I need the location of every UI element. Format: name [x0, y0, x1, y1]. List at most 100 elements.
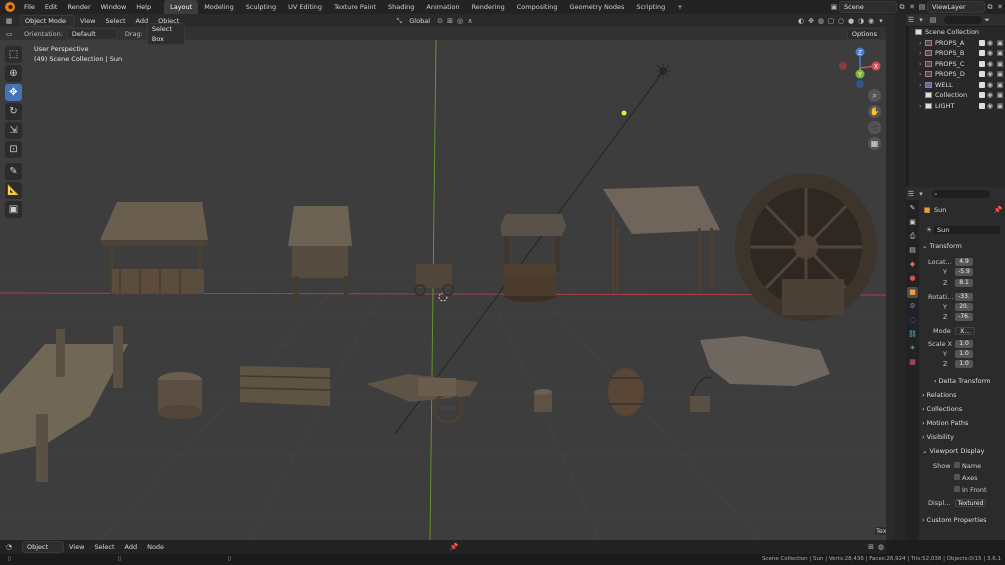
camera-icon[interactable]: ▣ — [995, 59, 1005, 69]
copy-scene-icon[interactable]: ⧉ — [897, 2, 907, 12]
3d-viewport[interactable]: ▦ Object Mode View Select Add Object ⤡ G… — [0, 14, 886, 540]
rotation-y-field[interactable]: 20. — [955, 303, 973, 311]
node-menu-node[interactable]: Node — [142, 540, 169, 554]
tab-animation[interactable]: Animation — [420, 0, 465, 14]
object-data-tab-icon[interactable]: ☀ — [907, 343, 918, 354]
node-editor-mode-selector[interactable]: Object — [22, 541, 64, 553]
scale-tool-button[interactable]: ⇲ — [5, 122, 22, 139]
outliner-item-well[interactable]: › WELL ◉ ▣ — [909, 80, 1005, 91]
outliner-filter-icon[interactable]: ▾ — [916, 15, 926, 25]
add-cube-tool-button[interactable]: ▣ — [5, 201, 22, 218]
orientation-selector[interactable]: Default — [66, 27, 117, 40]
viewport-menu-select[interactable]: Select — [100, 14, 130, 28]
zoom-icon[interactable]: ⌕ — [868, 89, 881, 102]
tab-texture-paint[interactable]: Texture Paint — [328, 0, 382, 14]
transform-orientation-selector[interactable]: Global — [404, 14, 435, 28]
collections-section[interactable]: › Collections — [922, 404, 1003, 415]
tool-tab-icon[interactable]: ✎ — [907, 203, 918, 214]
sun-lamp-icon[interactable] — [655, 63, 671, 79]
custom-properties-section[interactable]: › Custom Properties — [922, 515, 1003, 526]
cursor-tool-button[interactable]: ⊕ — [5, 65, 22, 82]
location-x-field[interactable]: 4.9 — [955, 258, 973, 266]
outliner-item-collection[interactable]: Collection ◉ ▣ — [909, 90, 1005, 101]
rotation-z-field[interactable]: -76. — [955, 313, 973, 321]
shading-options-icon[interactable]: ▾ — [876, 16, 886, 26]
menu-render[interactable]: Render — [62, 0, 95, 14]
eye-icon[interactable]: ◉ — [985, 90, 995, 100]
proportional-edit-icon[interactable]: ◎ — [455, 16, 465, 26]
snap-icon[interactable]: ⊞ — [445, 16, 455, 26]
eye-icon[interactable]: ◉ — [985, 38, 995, 48]
measure-tool-button[interactable]: 📐 — [5, 182, 22, 199]
eye-icon[interactable]: ◉ — [985, 48, 995, 58]
data-block-name[interactable]: Sun — [934, 225, 1000, 234]
modifiers-tab-icon[interactable]: ⚙ — [907, 301, 918, 312]
view-layer-selector[interactable]: ViewLayer — [927, 1, 985, 13]
show-axes-checkbox[interactable] — [954, 474, 960, 480]
eye-icon[interactable]: ◉ — [985, 80, 995, 90]
physics-tab-icon[interactable]: ◌ — [907, 315, 918, 326]
delta-transform-section[interactable]: › Delta Transform — [934, 376, 1000, 387]
light-data-icon[interactable]: ☀ — [924, 225, 934, 235]
bottom-editor-type-icon[interactable]: ◔ — [4, 542, 14, 552]
outliner-root[interactable]: Scene Collection — [909, 27, 1005, 38]
object-tab-icon[interactable]: ■ — [907, 287, 918, 298]
tab-geometry-nodes[interactable]: Geometry Nodes — [564, 0, 631, 14]
outliner-item-props-b[interactable]: › PROPS_B ◉ ▣ — [909, 48, 1005, 59]
copy-layer-icon[interactable]: ⧉ — [985, 2, 995, 12]
pan-hand-icon[interactable]: ✋ — [868, 105, 881, 118]
overlay-node-icon[interactable]: ◍ — [876, 542, 886, 552]
constraints-tab-icon[interactable]: ⛓ — [907, 329, 918, 340]
gizmo-neg-z-axis[interactable] — [856, 80, 864, 88]
camera-icon[interactable]: ▣ — [995, 80, 1005, 90]
camera-icon[interactable]: ▣ — [995, 69, 1005, 79]
object-name[interactable]: Sun — [934, 206, 946, 214]
move-tool-button[interactable]: ✥ — [5, 84, 22, 101]
mode-selector[interactable]: Object Mode — [20, 14, 75, 27]
eye-icon[interactable]: ◉ — [985, 101, 995, 111]
options-dropdown[interactable]: Options — [846, 27, 882, 40]
tab-uv-editing[interactable]: UV Editing — [282, 0, 328, 14]
show-name-checkbox[interactable] — [954, 462, 960, 468]
camera-icon[interactable]: ▣ — [995, 90, 1005, 100]
wooden-tub[interactable] — [158, 372, 202, 419]
location-y-field[interactable]: -5.9 — [955, 268, 973, 276]
xray-icon[interactable]: ▢ — [826, 16, 836, 26]
annotate-tool-button[interactable]: ✎ — [5, 163, 22, 180]
output-tab-icon[interactable]: ⎙ — [907, 231, 918, 242]
transform-tool-button[interactable]: ⊡ — [5, 141, 22, 158]
properties-search-input[interactable]: ⌕ — [932, 189, 990, 198]
texture-tab-icon[interactable]: ▦ — [907, 357, 918, 368]
menu-window[interactable]: Window — [96, 0, 132, 14]
tab-sculpting[interactable]: Sculpting — [240, 0, 282, 14]
outliner-editor-icon[interactable]: ☰ — [906, 15, 916, 25]
falloff-icon[interactable]: ∧ — [465, 16, 475, 26]
viewport-sidebar-tabs[interactable] — [886, 14, 894, 540]
snap-node-icon[interactable]: ⊞ — [866, 542, 876, 552]
overlays-icon[interactable]: ◍ — [816, 16, 826, 26]
display-as-selector[interactable]: Textured — [955, 499, 986, 507]
camera-view-icon[interactable]: 🎥 — [868, 121, 881, 134]
pin-icon[interactable]: 📌 — [993, 205, 1003, 215]
scale-x-field[interactable]: 1.0 — [955, 340, 973, 348]
small-bucket[interactable] — [534, 389, 552, 412]
outliner-item-light[interactable]: › LIGHT ◉ ▣ — [909, 101, 1005, 112]
camera-icon[interactable]: ▣ — [995, 101, 1005, 111]
tab-modeling[interactable]: Modeling — [198, 0, 240, 14]
outliner-funnel-icon[interactable]: ⏷ — [982, 15, 992, 25]
perspective-grid-icon[interactable]: ▦ — [868, 137, 881, 150]
shading-material-icon[interactable]: ◑ — [856, 16, 866, 26]
scene-tab-icon[interactable]: ◆ — [907, 259, 918, 270]
viewport-menu-view[interactable]: View — [75, 14, 100, 28]
scale-y-field[interactable]: 1.0 — [955, 350, 973, 358]
gizmo-toggle-icon[interactable]: ✥ — [806, 16, 816, 26]
view-layer-tab-icon[interactable]: ▤ — [907, 245, 918, 256]
camera-icon[interactable]: ▣ — [995, 48, 1005, 58]
show-in-front-checkbox[interactable] — [954, 486, 960, 492]
drag-selector[interactable]: Select Box — [146, 22, 185, 45]
relations-section[interactable]: › Relations — [922, 390, 1003, 401]
select-tool-button[interactable]: ⬚ — [5, 46, 22, 63]
pin-node-tree-icon[interactable]: 📌 — [449, 542, 459, 552]
render-tab-icon[interactable]: ▣ — [907, 217, 918, 228]
text-tab[interactable]: Tex — [875, 527, 886, 535]
